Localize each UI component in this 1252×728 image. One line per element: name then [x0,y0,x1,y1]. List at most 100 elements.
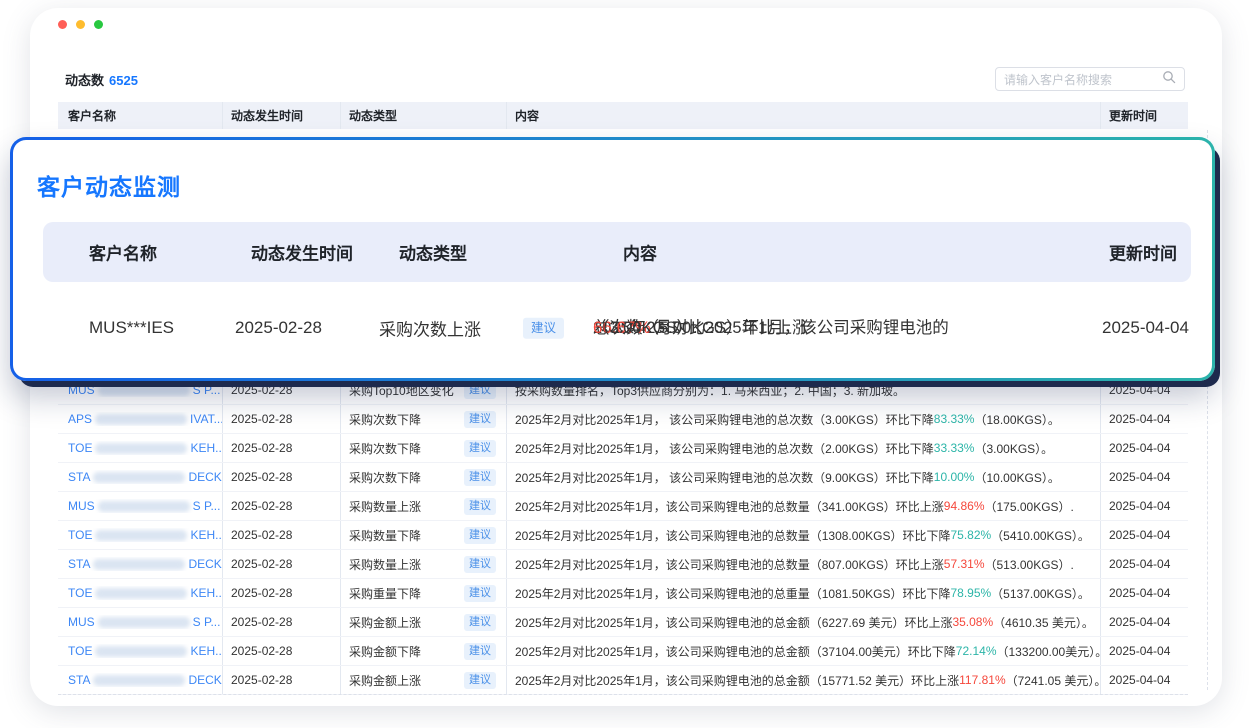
customer-search-input[interactable]: 请输入客户名称搜索 [995,67,1185,91]
card-dynamic-type: 采购次数上涨 [379,316,481,341]
content-before: 2025年2月对比2025年1月， 该公司采购锂电池的总次数（2.00KGS）环… [515,440,934,457]
maximize-window-icon[interactable] [94,20,103,29]
customer-name-redacted [93,472,185,483]
row-badge: 建议 [464,643,496,660]
table-row[interactable]: STADECK... 2025-02-28 采购数量上涨建议 2025年2月对比… [58,550,1188,579]
customer-prefix: APS [68,412,92,426]
content-after: （7241.05 美元）。 [1006,672,1100,689]
content-after: （10.00KGS）。 [974,469,1059,486]
customer-name-cell[interactable]: TOE KEH... [68,586,222,600]
content-pct: 10.00% [934,470,975,484]
row-content-cell: 2025年2月对比2025年1月，该公司采购锂电池的总数量（341.00KGS）… [506,492,1100,520]
dynamics-count-label: 动态数 [65,73,104,88]
row-type: 采购次数下降 [349,469,421,486]
card-data-row[interactable]: MUS***IES 2025-02-28 采购次数上涨 建议 2025年2月对比… [43,282,1191,374]
table-row[interactable]: TOEKEH... 2025-02-28 采购重量下降建议 2025年2月对比2… [58,579,1188,608]
customer-suffix: DECK... [188,673,222,687]
content-before: 2025年2月对比2025年1月，该公司采购锂电池的总重量（1081.50KGS… [515,585,950,602]
row-updated: 2025-04-04 [1100,579,1188,607]
table-row[interactable]: STADECK... 2025-02-28 采购金额上涨建议 2025年2月对比… [58,666,1188,695]
col-dynamic-type: 动态类型 [340,102,506,129]
content-pct: 72.14% [956,644,997,658]
content-after: （175.00KGS）. [985,498,1074,515]
row-type: 采购金额上涨 [349,672,421,689]
customer-name-cell[interactable]: STADECK... [68,470,222,484]
customer-name-cell[interactable]: MUSS P... [68,383,222,397]
customer-prefix: STA [68,557,90,571]
row-updated: 2025-04-04 [1100,492,1188,520]
content-before: 2025年2月对比2025年1月，该公司采购锂电池的总金额（6227.69 美元… [515,614,952,631]
search-placeholder: 请输入客户名称搜索 [1004,71,1162,88]
table-row[interactable]: TOEKEH... 2025-02-28 采购数量下降建议 2025年2月对比2… [58,521,1188,550]
card-header-row: 客户名称 动态发生时间 动态类型 内容 更新时间 [43,222,1191,282]
card-col-dynamic-type: 动态类型 [399,240,467,265]
customer-prefix: STA [68,470,90,484]
customer-name-redacted [93,559,185,570]
customer-suffix: KEH... [190,644,222,658]
row-badge: 建议 [464,382,496,399]
card-suggest-badge: 建议 [523,318,564,339]
card-customer-name: MUS***IES [89,318,174,338]
row-content-cell: 2025年2月对比2025年1月，该公司采购锂电池的总数量（807.00KGS）… [506,550,1100,578]
customer-name-cell[interactable]: TOEKEH... [68,644,222,658]
table-row[interactable]: STADECK... 2025-02-28 采购次数下降建议 2025年2月对比… [58,463,1188,492]
table-row[interactable]: MUSS P... 2025-02-28 采购数量上涨建议 2025年2月对比2… [58,492,1188,521]
customer-name-redacted [95,530,187,541]
customer-name-cell[interactable]: APS IVAT... [68,412,222,426]
customer-suffix: KEH... [190,441,222,455]
customer-name-redacted [98,617,190,628]
customer-name-cell[interactable]: MUSS P... [68,499,222,513]
content-before: 按采购数量排名，Top3供应商分别为：1. 马来西亚；2. 中国；3. 新加坡。 [515,382,905,399]
customer-name-redacted [95,588,187,599]
row-content-cell: 2025年2月对比2025年1月，该公司采购锂电池的总金额（6227.69 美元… [506,608,1100,636]
window-controls [58,20,103,29]
content-pct: 83.33% [934,412,975,426]
close-window-icon[interactable] [58,20,67,29]
search-icon[interactable] [1162,70,1176,89]
row-updated: 2025-04-04 [1100,521,1188,549]
content-after: （5410.00KGS）。 [991,527,1090,544]
customer-name-redacted [98,501,190,512]
row-badge: 建议 [464,498,496,515]
row-type: 采购Top10地区变化 [349,382,454,399]
table-body: MUSS P... 2025-02-28 采购Top10地区变化建议 按采购数量… [58,376,1188,695]
customer-suffix: IVAT... [190,412,222,426]
customer-prefix: TOE [68,528,92,542]
customer-prefix: STA [68,673,90,687]
customer-prefix: TOE [68,586,92,600]
row-date: 2025-02-28 [222,492,340,520]
table-row[interactable]: TOEKEH... 2025-02-28 采购次数下降建议 2025年2月对比2… [58,434,1188,463]
row-date: 2025-02-28 [222,521,340,549]
table-row[interactable]: APSIVAT... 2025-02-28 采购次数下降建议 2025年2月对比… [58,405,1188,434]
row-date: 2025-02-28 [222,434,340,462]
row-badge: 建议 [464,614,496,631]
content-before: 2025年2月对比2025年1月，该公司采购锂电池的总数量（807.00KGS）… [515,556,944,573]
col-content: 内容 [506,102,1100,129]
content-after: （5137.00KGS）。 [991,585,1090,602]
customer-suffix: S P... [193,383,221,397]
customer-name-redacted [98,385,190,396]
customer-name-cell[interactable]: TOEKEH... [68,528,222,542]
row-badge: 建议 [464,440,496,457]
row-date: 2025-02-28 [222,550,340,578]
table-row[interactable]: MUSS P... 2025-02-28 采购金额上涨建议 2025年2月对比2… [58,608,1188,637]
row-badge: 建议 [464,556,496,573]
card-col-customer-name: 客户名称 [89,240,157,265]
table-row[interactable]: TOEKEH... 2025-02-28 采购金额下降建议 2025年2月对比2… [58,637,1188,666]
content-pct: 117.81% [959,673,1005,687]
content-pct: 57.31% [944,557,985,571]
row-type: 采购次数下降 [349,411,421,428]
customer-name-cell[interactable]: MUSS P... [68,615,222,629]
row-date: 2025-02-28 [222,637,340,665]
customer-dynamics-monitor-card: 客户动态监测 客户名称 动态发生时间 动态类型 内容 更新时间 MUS***IE… [10,137,1215,381]
customer-prefix: MUS [68,499,95,513]
customer-name-cell[interactable]: STADECK... [68,557,222,571]
row-updated: 2025-04-04 [1100,608,1188,636]
content-pct: 35.08% [952,615,993,629]
customer-suffix: KEH... [190,586,222,600]
customer-name-cell[interactable]: STA DECK... [68,673,222,687]
minimize-window-icon[interactable] [76,20,85,29]
customer-name-cell[interactable]: TOEKEH... [68,441,222,455]
card-col-update-time: 更新时间 [1109,240,1177,265]
row-updated: 2025-04-04 [1100,405,1188,433]
